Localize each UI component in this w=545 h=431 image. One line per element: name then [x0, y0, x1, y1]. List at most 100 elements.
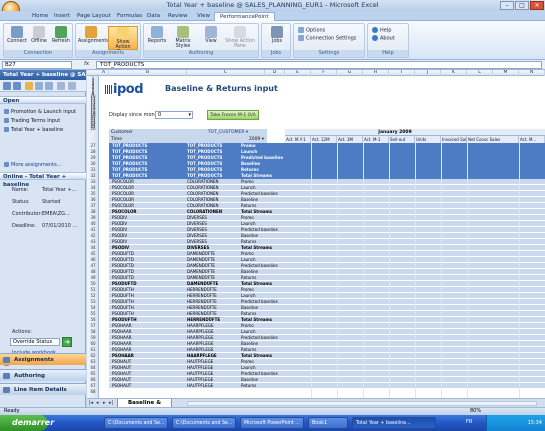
column-header[interactable]: E [285, 70, 311, 76]
reports-button[interactable]: Reports [146, 26, 168, 50]
row-header[interactable]: 48 [87, 269, 99, 274]
row-header[interactable]: 50 [87, 281, 99, 286]
row-header[interactable]: 56 [87, 317, 99, 322]
nav-assignments[interactable]: Assignments [0, 353, 86, 365]
prev-sheet-icon[interactable]: ◂ [96, 400, 102, 407]
maximize-button[interactable]: □ [515, 1, 529, 10]
row-header[interactable]: 38 [87, 209, 99, 214]
row-header[interactable]: 57 [87, 323, 99, 328]
row-header[interactable]: 54 [87, 305, 99, 310]
row-header[interactable]: 41 [87, 227, 99, 232]
go-arrow-icon[interactable]: ➔ [62, 337, 72, 347]
row-header[interactable]: 28 [87, 149, 99, 154]
tab-view[interactable]: View [192, 12, 215, 21]
row-header[interactable]: 61 [87, 347, 99, 352]
submit-icon[interactable] [45, 82, 53, 90]
row-header[interactable]: 62 [87, 353, 99, 358]
more-assignments-link[interactable]: More assignments... [4, 161, 61, 169]
language-indicator[interactable]: FR [466, 419, 472, 425]
row-header[interactable]: 40 [87, 221, 99, 226]
offline-button[interactable]: Offline [28, 26, 50, 50]
row-header[interactable]: 43 [87, 239, 99, 244]
row-header[interactable]: 35 [87, 191, 99, 196]
nav-line-item-details[interactable]: Line Item Details [0, 383, 86, 395]
jobs-button[interactable]: Jobs [266, 26, 288, 50]
assignments-button[interactable]: Assignments [78, 26, 109, 50]
column-header[interactable]: H [363, 70, 389, 76]
row-header[interactable]: 58 [87, 329, 99, 334]
row-header[interactable]: 66 [87, 377, 99, 382]
column-header[interactable]: M [493, 70, 519, 76]
row-header[interactable]: 32 [87, 173, 99, 178]
last-sheet-icon[interactable]: ▸| [109, 400, 115, 407]
row-header[interactable]: 59 [87, 335, 99, 340]
options-button[interactable]: Options [298, 27, 325, 34]
taskbar-item-active[interactable]: Total Year + baseline... [352, 417, 436, 429]
row-header[interactable]: 34 [87, 185, 99, 190]
customer-dropdown[interactable]: TOT_CUSTOMER ▾ [187, 129, 267, 136]
open-section-header[interactable]: Open [0, 96, 86, 104]
horizontal-scrollbar[interactable] [187, 401, 537, 406]
row-header[interactable]: 31 [87, 167, 99, 172]
refresh-button[interactable]: Refresh [50, 26, 72, 50]
column-header[interactable]: B [109, 70, 187, 76]
view-button[interactable]: View [200, 26, 222, 50]
row-header[interactable]: 65 [87, 371, 99, 376]
connection-settings-button[interactable]: Connection Settings [298, 35, 356, 42]
matrix-styles-button[interactable]: Matrix Styles [170, 26, 196, 50]
row-header[interactable]: 47 [87, 263, 99, 268]
actions-select[interactable]: Override Status [10, 338, 60, 346]
taskbar-item[interactable]: Book1 [308, 417, 348, 429]
toolbar-icon[interactable] [68, 82, 76, 90]
row-header[interactable]: 67 [87, 383, 99, 388]
row-header[interactable]: 63 [87, 359, 99, 364]
row-header[interactable]: 27 [87, 143, 99, 148]
taskbar-item[interactable]: C:\Documents and Se... [172, 417, 236, 429]
connect-button[interactable]: Connect [6, 26, 28, 50]
close-button[interactable]: ✕ [530, 1, 544, 10]
open-item-promotion[interactable]: Promotion & Launch input [4, 108, 76, 116]
column-header[interactable]: C [187, 70, 265, 76]
row-header[interactable]: 44 [87, 245, 99, 250]
row-header[interactable]: 53 [87, 299, 99, 304]
column-header[interactable]: A [99, 70, 109, 76]
tab-insert[interactable]: Insert [49, 12, 75, 21]
forward-icon[interactable] [13, 82, 21, 90]
tab-page-layout[interactable]: Page Layout [72, 12, 116, 21]
row-header[interactable]: 42 [87, 233, 99, 238]
column-header[interactable]: J [415, 70, 441, 76]
time-dropdown[interactable]: 2009 ▾ [187, 136, 267, 143]
online-section-header[interactable]: Online - Total Year + baseline [0, 172, 86, 188]
taskbar-item[interactable]: Microsoft PowerPoint ... [240, 417, 304, 429]
row-header[interactable]: 36 [87, 197, 99, 202]
row-header[interactable]: 51 [87, 287, 99, 292]
fx-icon[interactable]: fx [84, 61, 89, 67]
column-header[interactable]: N [519, 70, 545, 76]
help-button[interactable]: Help [372, 27, 391, 34]
row-header[interactable]: 26 [87, 126, 99, 131]
zoom-level[interactable]: 80% [470, 408, 481, 415]
taskbar-item[interactable]: C:\Documents and Se... [104, 417, 168, 429]
snapshot-button[interactable]: Take Frozen M-1 O/A [207, 110, 259, 120]
column-header[interactable]: K [441, 70, 467, 76]
folder-icon[interactable] [25, 82, 33, 90]
show-action-pane-authoring-button[interactable]: Show Action Pane [224, 26, 256, 50]
open-item-trading-terms[interactable]: Trading Terms Input [4, 117, 60, 125]
tab-review[interactable]: Review [163, 12, 193, 21]
worksheet[interactable]: A B C D E F G H I J K L M N 1 2 3 4 5 6 7 8 9 10 1… [87, 70, 545, 398]
start-button[interactable]: demarrer [0, 415, 54, 431]
row-header[interactable]: 39 [87, 215, 99, 220]
row-header[interactable]: 30 [87, 161, 99, 166]
row-header[interactable]: 49 [87, 275, 99, 280]
open-item-total-year[interactable]: Total Year + baseline [4, 126, 63, 134]
column-header[interactable]: I [389, 70, 415, 76]
display-since-select[interactable]: 0 ▾ [155, 111, 193, 119]
table-row[interactable]: PSOHAUT HAUTPFLEGE Returns [109, 383, 545, 389]
tab-data[interactable]: Data [142, 12, 165, 21]
formula-input[interactable]: TOT_PRODUCTS [96, 61, 542, 69]
row-header[interactable]: 52 [87, 293, 99, 298]
name-box[interactable]: B27 [2, 61, 72, 69]
row-header[interactable]: 64 [87, 365, 99, 370]
minimize-button[interactable]: – [500, 1, 514, 10]
toolbar-icon[interactable] [57, 82, 65, 90]
